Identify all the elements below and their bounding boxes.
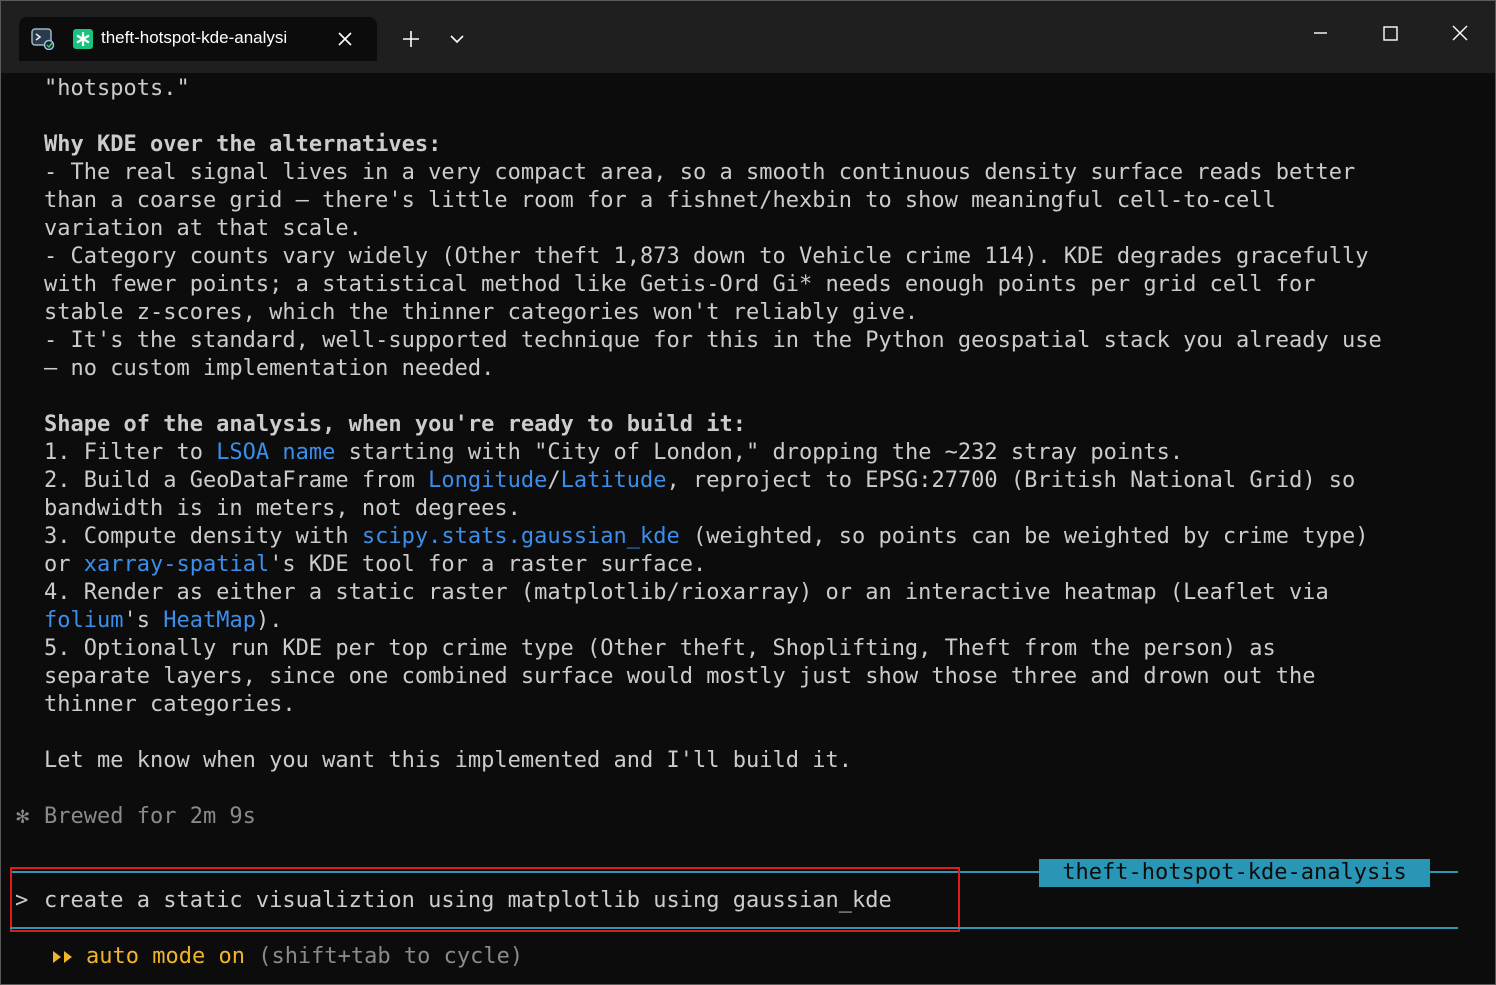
terminal-content[interactable]: "hotspots." Why KDE over the alternative… <box>1 73 1495 984</box>
code-span: Longitude <box>428 468 548 493</box>
output-line: - Category counts vary widely (Other the… <box>44 244 1369 269</box>
new-tab-icon[interactable] <box>397 25 425 53</box>
output-line: - The real signal lives in a very compac… <box>44 160 1356 185</box>
text-span: ). <box>255 608 283 633</box>
tab-title: theft-hotspot-kde-analysi <box>101 28 288 47</box>
section-heading: Why KDE over the alternatives: <box>44 132 442 157</box>
output-line: — no custom implementation needed. <box>44 356 495 381</box>
terminal-app-icon <box>31 28 55 50</box>
fast-forward-icon[interactable] <box>51 943 77 971</box>
title-bar[interactable]: theft-hotspot-kde-analysi <box>1 1 1495 73</box>
terminal-tab[interactable]: theft-hotspot-kde-analysi <box>19 17 377 61</box>
output-line: stable z-scores, which the thinner categ… <box>44 300 919 325</box>
section-heading: Shape of the analysis, when you're ready… <box>44 412 746 437</box>
output-line: 3. Compute density with scipy.stats.gaus… <box>44 523 1369 551</box>
output-line: 1. Filter to LSOA name starting with "Ci… <box>44 439 1183 467</box>
minimize-icon[interactable] <box>1297 19 1343 47</box>
prompt-input[interactable]: create a static visualiztion using matpl… <box>44 887 892 915</box>
output-line: bandwidth is in meters, not degrees. <box>44 496 521 521</box>
text-span: 's KDE tool for a raster surface. <box>269 552 707 577</box>
code-span: Latitude <box>560 468 667 493</box>
text-span: (weighted, so points can be weighted by … <box>679 524 1369 549</box>
code-span: HeatMap <box>163 608 256 633</box>
text-span: starting with "City of London," dropping… <box>335 440 1184 465</box>
project-label: theft-hotspot-kde-analysis <box>1039 859 1430 887</box>
close-icon[interactable] <box>1437 19 1483 47</box>
output-line: variation at that scale. <box>44 216 362 241</box>
output-line: or xarray-spatial's KDE tool for a raste… <box>44 551 706 579</box>
code-span: scipy.stats.gaussian_kde <box>361 524 680 549</box>
mode-hint: (shift+tab to cycle) <box>244 944 524 969</box>
output-line: than a coarse grid — there's little room… <box>44 188 1276 213</box>
mode-status[interactable]: auto mode on (shift+tab to cycle) <box>86 943 523 971</box>
prompt-top-rule-end <box>1430 871 1458 873</box>
terminal-window: theft-hotspot-kde-analysi "hotspots." Wh… <box>0 0 1496 985</box>
chevron-down-icon[interactable] <box>445 27 469 51</box>
output-line: thinner categories. <box>44 692 296 717</box>
output-line: 4. Render as either a static raster (mat… <box>44 580 1329 605</box>
maximize-icon[interactable] <box>1367 19 1413 47</box>
output-line: Let me know when you want this implement… <box>44 748 852 773</box>
prompt-bottom-rule <box>10 927 1458 929</box>
mode-label: auto mode on <box>86 944 245 969</box>
text-span: / <box>547 468 561 493</box>
output-line: 5. Optionally run KDE per top crime type… <box>44 636 1276 661</box>
text-span: 's <box>123 608 164 633</box>
text-span: , reproject to EPSG:27700 (British Natio… <box>666 468 1356 493</box>
code-span: xarray-spatial <box>83 552 270 577</box>
text-span: 1. Filter to <box>44 440 217 465</box>
text-span: 2. Build a GeoDataFrame from <box>44 468 429 493</box>
output-line: with fewer points; a statistical method … <box>44 272 1316 297</box>
tab-close-icon[interactable] <box>333 27 357 51</box>
text-span: or <box>44 552 84 577</box>
output-line: 2. Build a GeoDataFrame from Longitude/L… <box>44 467 1355 495</box>
code-span: folium <box>44 608 124 633</box>
brewed-status: Brewed for 2m 9s <box>44 804 256 829</box>
output-line: folium's HeatMap). <box>44 607 282 635</box>
output-line: separate layers, since one combined surf… <box>44 664 1316 689</box>
code-span: LSOA name <box>216 440 336 465</box>
asterisk-status-icon <box>73 29 93 49</box>
output-line: "hotspots." <box>44 76 190 101</box>
sparkle-icon: ✻ <box>16 804 30 829</box>
text-span: 3. Compute density with <box>44 524 362 549</box>
prompt-caret: > <box>15 888 29 913</box>
output-line: - It's the standard, well-supported tech… <box>44 328 1382 353</box>
